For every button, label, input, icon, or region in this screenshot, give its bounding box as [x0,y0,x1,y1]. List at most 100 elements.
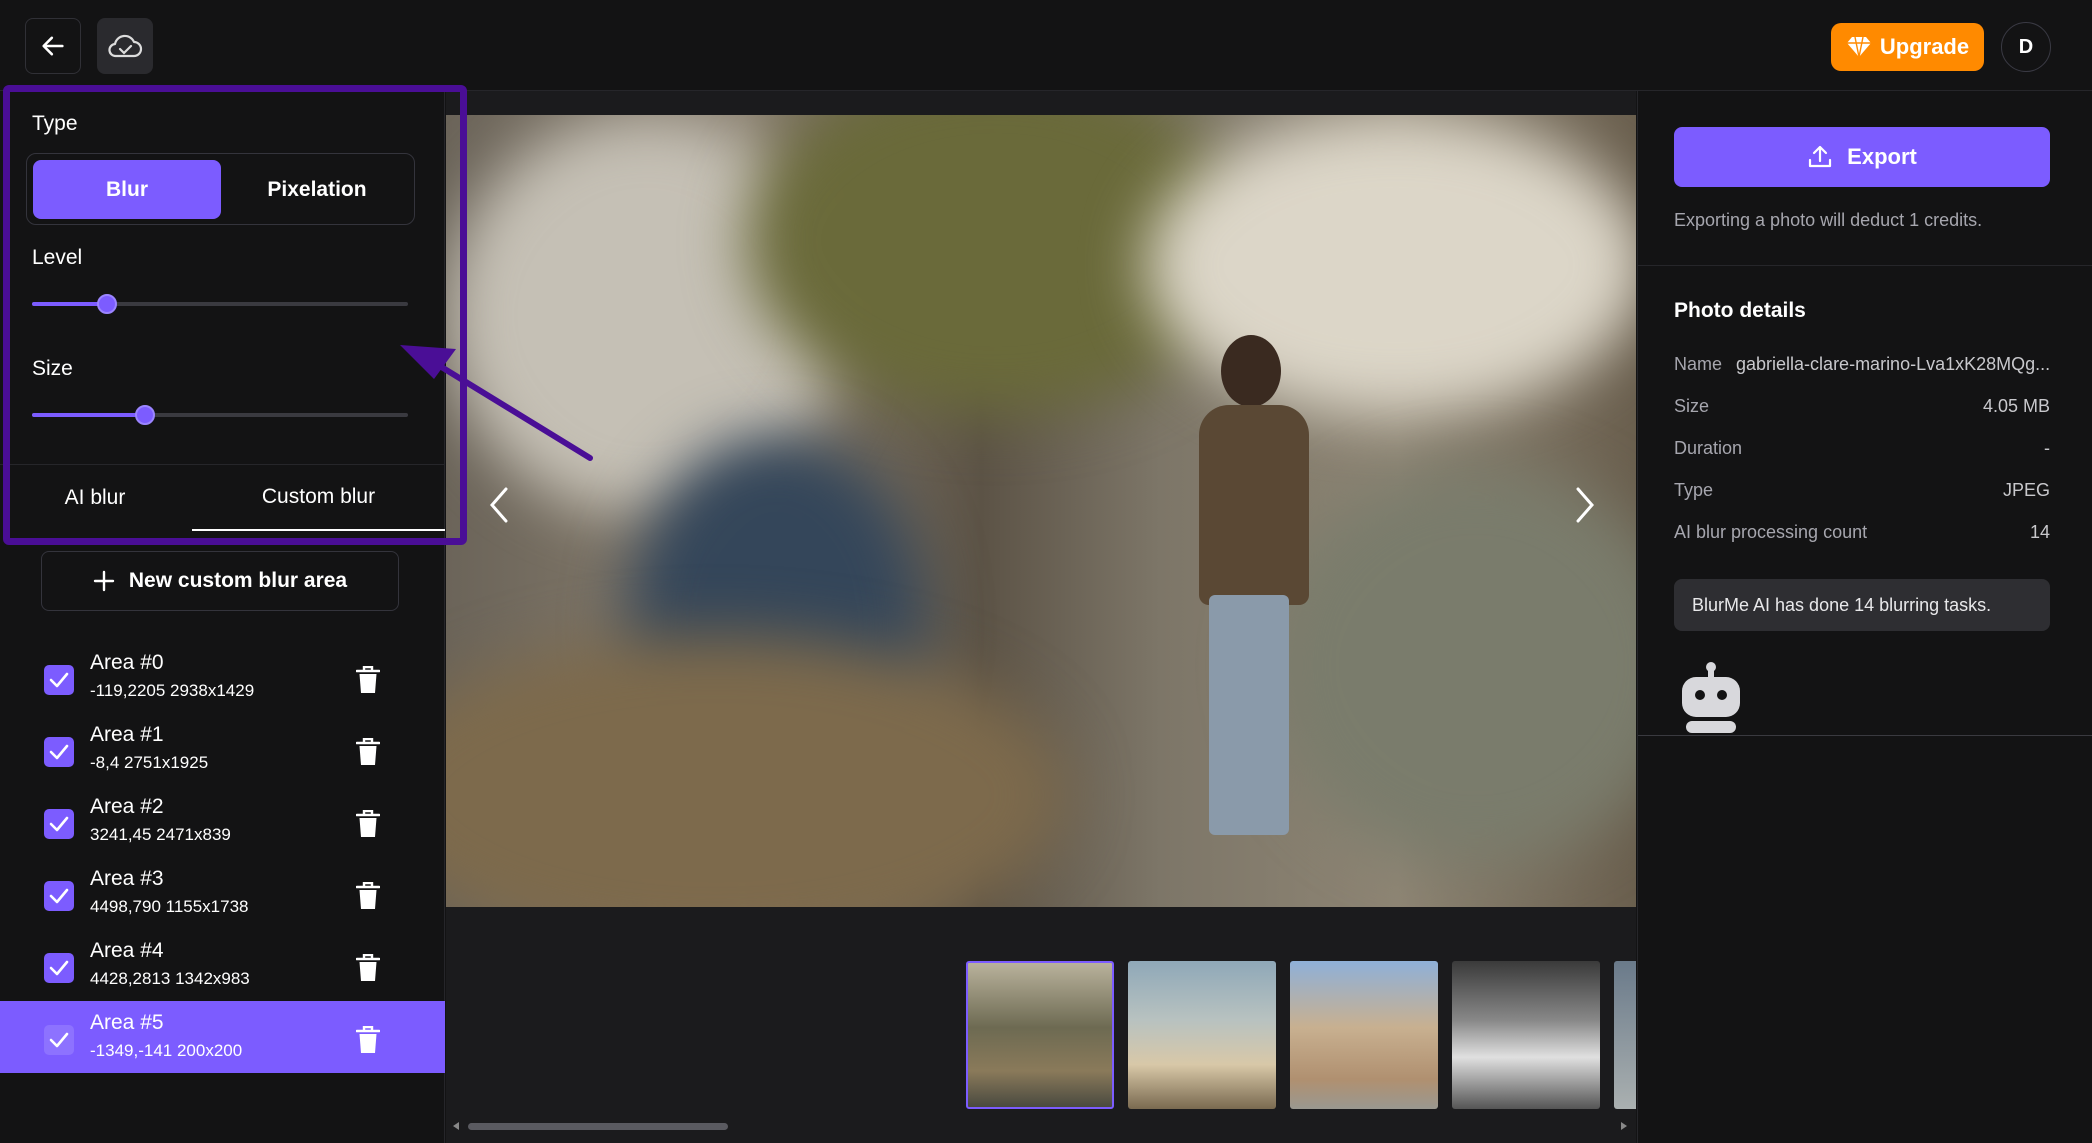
level-slider[interactable] [32,294,408,314]
tab-custom-blur[interactable]: Custom blur [192,465,445,531]
thumbnail-scrollbar[interactable] [446,1120,1636,1132]
new-custom-blur-area-button[interactable]: New custom blur area [41,551,399,611]
area-name: Area #2 [90,795,164,818]
trash-icon[interactable] [356,882,380,910]
avatar[interactable]: D [2001,22,2051,72]
checkmark-icon [49,672,69,688]
export-note: Exporting a photo will deduct 1 credits. [1674,210,1983,230]
diamond-icon [1846,36,1871,58]
export-label: Export [1847,144,1917,169]
area-list-item[interactable]: Area #1 -8,4 2751x1925 [0,713,445,785]
trash-icon[interactable] [356,810,380,838]
checkmark-icon [49,816,69,832]
detail-row-name: Name gabriella-clare-marino-Lva1xK28MQg.… [1674,354,2050,375]
annotation-arrow [400,345,593,461]
checkmark-icon [49,1032,69,1048]
divider [1638,265,2092,266]
trash-icon[interactable] [356,738,380,766]
size-slider-thumb[interactable] [134,405,155,425]
detail-row-ai-count: AI blur processing count 14 [1674,522,2050,543]
cloud-sync-button[interactable] [97,18,153,74]
detail-duration-label: Duration [1674,438,1743,458]
thumbnail-strip [966,961,1636,1111]
area-coords: 4498,790 1155x1738 [90,897,249,916]
area-checkbox[interactable] [44,953,74,983]
detail-size-label: Size [1674,396,1710,416]
level-slider-fill [32,302,108,306]
checkmark-icon [49,888,69,904]
previous-photo-icon[interactable] [486,485,512,525]
area-coords: -119,2205 2938x1429 [90,681,255,700]
area-list-item[interactable]: Area #4 4428,2813 1342x983 [0,929,445,1001]
level-slider-thumb[interactable] [97,294,118,314]
photo-preview[interactable] [446,115,1636,907]
size-label: Size [32,357,73,380]
photo-details-title: Photo details [1674,299,1806,322]
area-coords: 3241,45 2471x839 [90,825,231,844]
type-toggle: Blur Pixelation [26,153,415,225]
upload-icon [1809,145,1832,168]
detail-row-type: Type JPEG [1674,480,2050,501]
area-list-item[interactable]: Area #0 -119,2205 2938x1429 [0,641,445,713]
thumbnail[interactable] [1290,961,1438,1109]
checkmark-icon [49,744,69,760]
area-name: Area #5 [90,1011,164,1034]
area-checkbox[interactable] [44,737,74,767]
thumbnail[interactable] [1452,961,1600,1109]
detail-type-label: Type [1674,480,1714,500]
size-slider[interactable] [32,405,408,425]
detail-type-value: JPEG [2002,480,2050,500]
right-panel: Export Exporting a photo will deduct 1 c… [1637,91,2092,1143]
thumbnail[interactable] [966,961,1114,1109]
area-coords: -8,4 2751x1925 [90,753,209,772]
area-name: Area #1 [90,723,164,746]
area-list-item[interactable]: Area #3 4498,790 1155x1738 [0,857,445,929]
checkmark-icon [49,960,69,976]
trash-icon[interactable] [356,1026,380,1054]
back-button[interactable] [25,18,81,74]
editor-canvas [446,91,1636,1143]
detail-size-value: 4.05 MB [1982,396,2050,416]
area-coords: -1349,-141 200x200 [90,1041,243,1060]
next-photo-icon[interactable] [1572,485,1598,525]
area-checkbox[interactable] [44,1025,74,1055]
area-name: Area #3 [90,867,164,890]
export-button[interactable]: Export [1674,127,2050,187]
area-checkbox[interactable] [44,809,74,839]
upgrade-label: Upgrade [1879,34,1970,59]
detail-duration-value: - [2044,438,2050,458]
type-option-blur[interactable]: Blur [33,160,221,219]
type-option-pixelation[interactable]: Pixelation [227,160,407,219]
left-panel: Type Blur Pixelation Level Size AI blur … [0,91,445,1143]
detail-count-value: 14 [2029,522,2050,542]
trash-icon[interactable] [356,954,380,982]
area-checkbox[interactable] [44,665,74,695]
thumbnail[interactable] [1614,961,1636,1109]
scroll-right-icon[interactable] [1620,1122,1628,1130]
scrollbar-thumb[interactable] [468,1123,728,1130]
thumbnail[interactable] [1128,961,1276,1109]
detail-name-value: gabriella-clare-marino-Lva1xK28MQg... [1736,354,2050,374]
area-name: Area #4 [90,939,164,962]
arrow-left-icon [42,36,64,56]
upgrade-button[interactable]: Upgrade [1831,23,1984,71]
area-list-item[interactable]: Area #5 -1349,-141 200x200 [0,1001,445,1073]
area-list-item[interactable]: Area #2 3241,45 2471x839 [0,785,445,857]
tab-ai-blur[interactable]: AI blur [0,465,190,531]
blur-mode-tabs: AI blur Custom blur [0,464,445,531]
area-coords: 4428,2813 1342x983 [90,969,250,988]
robot-icon [1682,662,1740,733]
top-bar: Upgrade D [0,0,2092,91]
bot-message-bubble: BlurMe AI has done 14 blurring tasks. [1674,579,2050,631]
area-checkbox[interactable] [44,881,74,911]
new-area-label: New custom blur area [128,569,348,592]
detail-row-duration: Duration - [1674,438,2050,459]
trash-icon[interactable] [356,666,380,694]
scroll-left-icon[interactable] [452,1122,460,1130]
detail-count-label: AI blur processing count [1674,522,1868,542]
photo-blur-region [446,635,1066,907]
level-label: Level [32,246,83,269]
area-name: Area #0 [90,651,164,674]
cloud-check-icon [108,34,143,58]
detail-name-label: Name [1674,354,1723,374]
